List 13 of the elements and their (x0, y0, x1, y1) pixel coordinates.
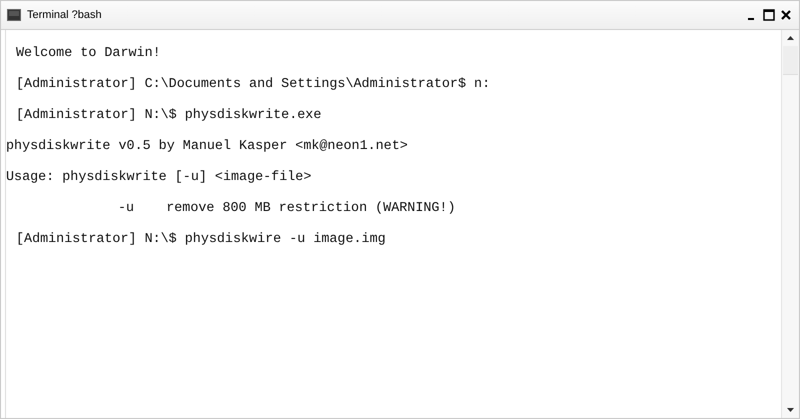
command-line: [Administrator] N:\$ physdiskwrite.exe (16, 107, 322, 125)
output-line: Usage: physdiskwrite [-u] <image-file> (6, 169, 312, 187)
output-line: physdiskwrite v0.5 by Manuel Kasper <mk@neon1.net> (6, 138, 408, 156)
command-line: Welcome to Darwin! (16, 45, 161, 63)
scrollbar[interactable] (781, 30, 799, 418)
maximize-icon[interactable] (762, 8, 776, 22)
terminal-icon (7, 9, 21, 21)
option-line: -u remove 800 MB restriction (WARNING!) (118, 200, 456, 218)
command-line: [Administrator] N:\$ physdiskwire -u image.img (16, 231, 386, 249)
window-title: Terminal ?bash (27, 9, 103, 21)
command-line: [Administrator] C:\Documents and Settings\Administrator$ n: (16, 76, 490, 94)
scroll-thumb[interactable] (783, 46, 798, 75)
close-icon[interactable] (779, 8, 793, 22)
